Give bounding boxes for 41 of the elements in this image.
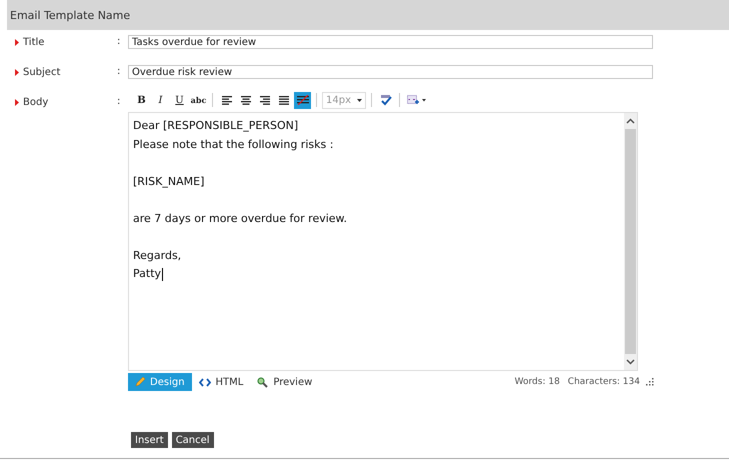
- underline-button[interactable]: U: [171, 92, 188, 108]
- italic-button[interactable]: I: [152, 92, 169, 108]
- field-label: Subject: [23, 66, 60, 78]
- strike-button[interactable]: abc: [190, 92, 207, 108]
- editor-area[interactable]: Dear [RESPONSIBLE_PERSON] Please note that the following risks : [RISK_NAME] are 7 days or more overdue for review. Regards, Patty: [128, 112, 638, 371]
- magnifier-icon: [257, 376, 268, 388]
- count-label: Characters: 134: [568, 377, 640, 387]
- body-text-line: Patty: [133, 266, 162, 282]
- resize-grip-icon[interactable]: [646, 378, 654, 386]
- bullet-arrow-icon: [15, 68, 19, 76]
- bold-button[interactable]: B: [133, 92, 150, 108]
- cancel-button[interactable]: Cancel: [172, 432, 214, 448]
- text-cursor: [162, 268, 164, 281]
- section-header: Email Template Name: [7, 0, 729, 30]
- bullet-arrow-icon: [15, 38, 19, 46]
- bullet-arrow-icon: [15, 98, 19, 106]
- remove-format-button[interactable]: [294, 92, 311, 108]
- align-lines-icon: [278, 96, 288, 104]
- field-label: Title: [23, 36, 44, 48]
- text-field[interactable]: Tasks overdue for review: [128, 35, 653, 49]
- align-lines-icon: [260, 96, 270, 104]
- body-text-line: Please note that the following risks :: [133, 136, 334, 152]
- mode-tab[interactable]: Preview: [250, 373, 320, 391]
- insert-button[interactable]: Insert: [131, 432, 168, 448]
- mode-tab[interactable]: HTML: [192, 373, 250, 391]
- body-text-line: Dear [RESPONSIBLE_PERSON]: [133, 118, 298, 134]
- code-icon: [198, 378, 211, 386]
- body-text-line: [RISK_NAME]: [133, 174, 204, 190]
- caret-icon: [357, 98, 362, 102]
- align-lines-icon: [240, 96, 250, 104]
- colon-separator: :: [117, 95, 122, 109]
- count-label: Words: 18: [514, 377, 560, 387]
- field-label: Body: [23, 96, 48, 108]
- colon-separator: :: [117, 65, 122, 79]
- text-field[interactable]: Overdue risk review: [128, 65, 653, 79]
- align-lines-icon: [222, 96, 232, 104]
- body-text-line: Regards,: [133, 248, 182, 264]
- scrollbar[interactable]: [624, 113, 637, 370]
- colon-separator: :: [117, 35, 122, 49]
- body-text-line: are 7 days or more overdue for review.: [133, 210, 348, 226]
- pencil-icon: [135, 377, 145, 387]
